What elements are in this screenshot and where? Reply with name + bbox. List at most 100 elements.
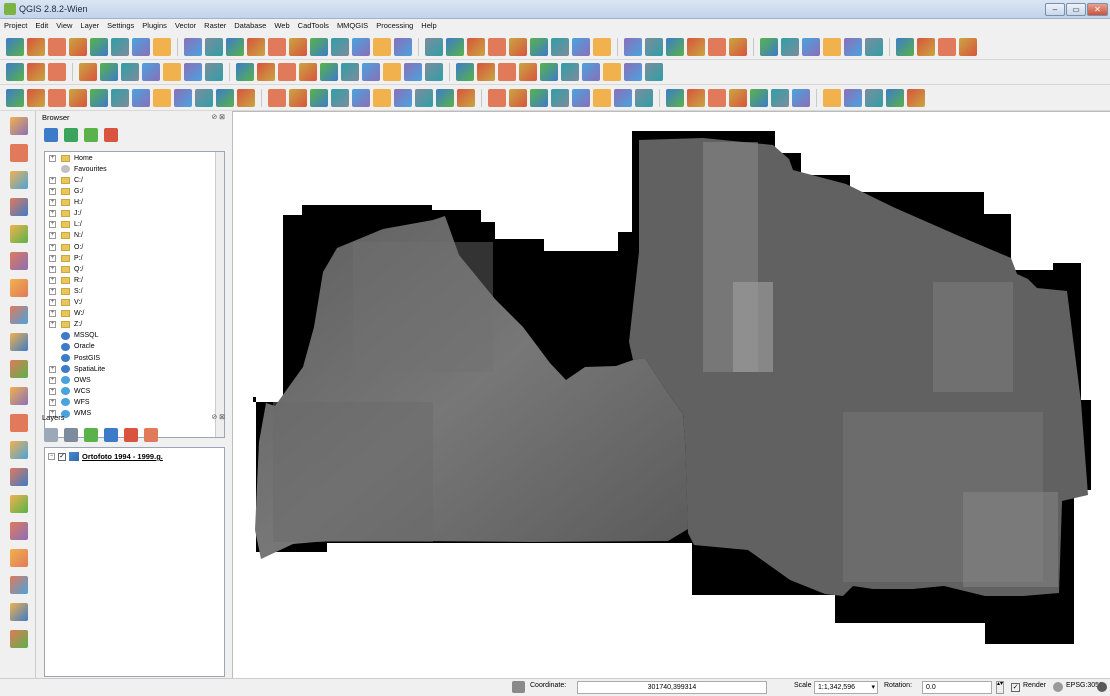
plugin-tool-icon[interactable]	[237, 88, 255, 107]
menu-item-cadtools[interactable]: CadTools	[294, 19, 333, 30]
navigation-tool-icon[interactable]	[666, 37, 684, 56]
navigation-tool-icon[interactable]	[352, 37, 370, 56]
digitizing-tool-icon[interactable]	[79, 63, 97, 81]
digitizing-tool-icon[interactable]	[404, 63, 422, 81]
plugin-tool-icon[interactable]	[687, 88, 705, 107]
coordinate-field[interactable]: 301740,399314	[577, 681, 767, 694]
menu-item-mmqgis[interactable]: MMQGIS	[333, 19, 372, 30]
expand-icon[interactable]: +	[49, 287, 56, 295]
browser-item[interactable]: + WFS	[45, 398, 90, 407]
navigation-tool-icon[interactable]	[917, 37, 935, 56]
navigation-tool-icon[interactable]	[938, 37, 956, 56]
expand-icon[interactable]: +	[49, 365, 56, 373]
navigation-tool-icon[interactable]	[645, 37, 663, 56]
digitizing-tool-icon[interactable]	[257, 63, 275, 81]
menu-item-database[interactable]: Database	[230, 19, 270, 30]
navigation-tool-icon[interactable]	[530, 37, 548, 56]
navigation-tool-icon[interactable]	[289, 37, 307, 56]
browser-item[interactable]: + N:/	[45, 232, 83, 241]
navigation-tool-icon[interactable]	[572, 37, 590, 56]
layer-style-icon[interactable]	[44, 428, 58, 442]
map-canvas[interactable]	[232, 111, 1110, 678]
navigation-tool-icon[interactable]	[205, 37, 223, 56]
navigation-tool-icon[interactable]	[446, 37, 464, 56]
navigation-tool-icon[interactable]	[593, 37, 611, 56]
menu-item-edit[interactable]: Edit	[31, 19, 52, 30]
browser-item[interactable]: + OWS	[45, 376, 91, 385]
navigation-tool-icon[interactable]	[226, 37, 244, 56]
plugin-tool-icon[interactable]	[415, 88, 433, 107]
navigation-tool-icon[interactable]	[132, 37, 150, 56]
plugin-tool-icon[interactable]	[729, 88, 747, 107]
collapse-all-icon[interactable]	[104, 128, 118, 142]
add-delimited-text-layer-icon[interactable]	[10, 360, 28, 378]
new-shapefile-layer-icon[interactable]	[10, 387, 28, 405]
navigation-tool-icon[interactable]	[509, 37, 527, 56]
browser-item[interactable]: Oracle	[45, 342, 95, 352]
add-vector-layer-icon[interactable]	[10, 117, 28, 135]
render-checkbox[interactable]: ✓	[1011, 683, 1020, 692]
add-oracle-layer-icon[interactable]	[10, 252, 28, 270]
digitizing-tool-icon[interactable]	[498, 63, 516, 81]
remove-layer-icon[interactable]	[144, 428, 158, 442]
expand-icon[interactable]: +	[49, 221, 56, 229]
plugin-tool-icon[interactable]	[352, 88, 370, 107]
browser-item[interactable]: + C:/	[45, 176, 83, 185]
digitizing-tool-icon[interactable]	[540, 63, 558, 81]
digitizing-tool-icon[interactable]	[236, 63, 254, 81]
scale-combobox[interactable]: 1:1,342,596 ▾	[814, 681, 878, 694]
browser-item[interactable]: MSSQL	[45, 331, 99, 341]
navigation-tool-icon[interactable]	[69, 37, 87, 56]
digitizing-tool-icon[interactable]	[519, 63, 537, 81]
browser-item[interactable]: Favourites	[45, 165, 107, 174]
coordinate-toggle-icon[interactable]	[512, 681, 525, 693]
navigation-tool-icon[interactable]	[823, 37, 841, 56]
refresh-icon[interactable]	[44, 128, 58, 142]
plugin-tool-icon[interactable]	[331, 88, 349, 107]
digitizing-tool-icon[interactable]	[425, 63, 443, 81]
browser-scrollbar[interactable]	[215, 152, 224, 437]
plugin-tool-icon[interactable]	[551, 88, 569, 107]
navigation-tool-icon[interactable]	[551, 37, 569, 56]
layer-name[interactable]: Ortofoto 1994 - 1999.g.	[82, 452, 163, 461]
minimize-button[interactable]: –	[1045, 3, 1065, 16]
expand-icon[interactable]: +	[49, 188, 56, 196]
digitizing-tool-icon[interactable]	[645, 63, 663, 81]
expand-all-icon[interactable]	[104, 428, 118, 442]
rotation-field[interactable]: 0.0	[922, 681, 992, 694]
plugin-tool-icon[interactable]	[174, 88, 192, 107]
navigation-tool-icon[interactable]	[48, 37, 66, 56]
menu-item-raster[interactable]: Raster	[200, 19, 230, 30]
navigation-tool-icon[interactable]	[729, 37, 747, 56]
expand-icon[interactable]: +	[49, 232, 56, 240]
filter-legend-icon[interactable]	[84, 428, 98, 442]
expand-icon[interactable]: +	[49, 299, 56, 307]
plugin-tool-icon[interactable]	[457, 88, 475, 107]
plugin-tool-icon[interactable]	[886, 88, 904, 107]
browser-item[interactable]: + J:/	[45, 210, 81, 219]
digitizing-tool-icon[interactable]	[121, 63, 139, 81]
browser-item[interactable]: + Q:/	[45, 265, 83, 274]
plugin-tool-icon[interactable]	[488, 88, 506, 107]
expand-icon[interactable]: +	[49, 310, 56, 318]
digitizing-tool-icon[interactable]	[6, 63, 24, 81]
plugin-tool-icon[interactable]	[268, 88, 286, 107]
plugin-tool-icon[interactable]	[310, 88, 328, 107]
capture-line-icon[interactable]	[10, 495, 28, 513]
rotation-spinner[interactable]: ▴▾	[996, 681, 1004, 694]
digitizing-tool-icon[interactable]	[362, 63, 380, 81]
add-mssql-layer-icon[interactable]	[10, 225, 28, 243]
navigation-tool-icon[interactable]	[844, 37, 862, 56]
digitizing-tool-icon[interactable]	[341, 63, 359, 81]
browser-item[interactable]: + S:/	[45, 287, 83, 296]
plugin-tool-icon[interactable]	[69, 88, 87, 107]
plugin-tool-icon[interactable]	[509, 88, 527, 107]
annotation-icon[interactable]	[10, 630, 28, 648]
browser-item[interactable]: + V:/	[45, 298, 82, 307]
expand-icon[interactable]: +	[49, 398, 56, 406]
plugin-tool-icon[interactable]	[373, 88, 391, 107]
digitizing-tool-icon[interactable]	[184, 63, 202, 81]
navigation-tool-icon[interactable]	[394, 37, 412, 56]
navigation-tool-icon[interactable]	[331, 37, 349, 56]
plugin-tool-icon[interactable]	[572, 88, 590, 107]
